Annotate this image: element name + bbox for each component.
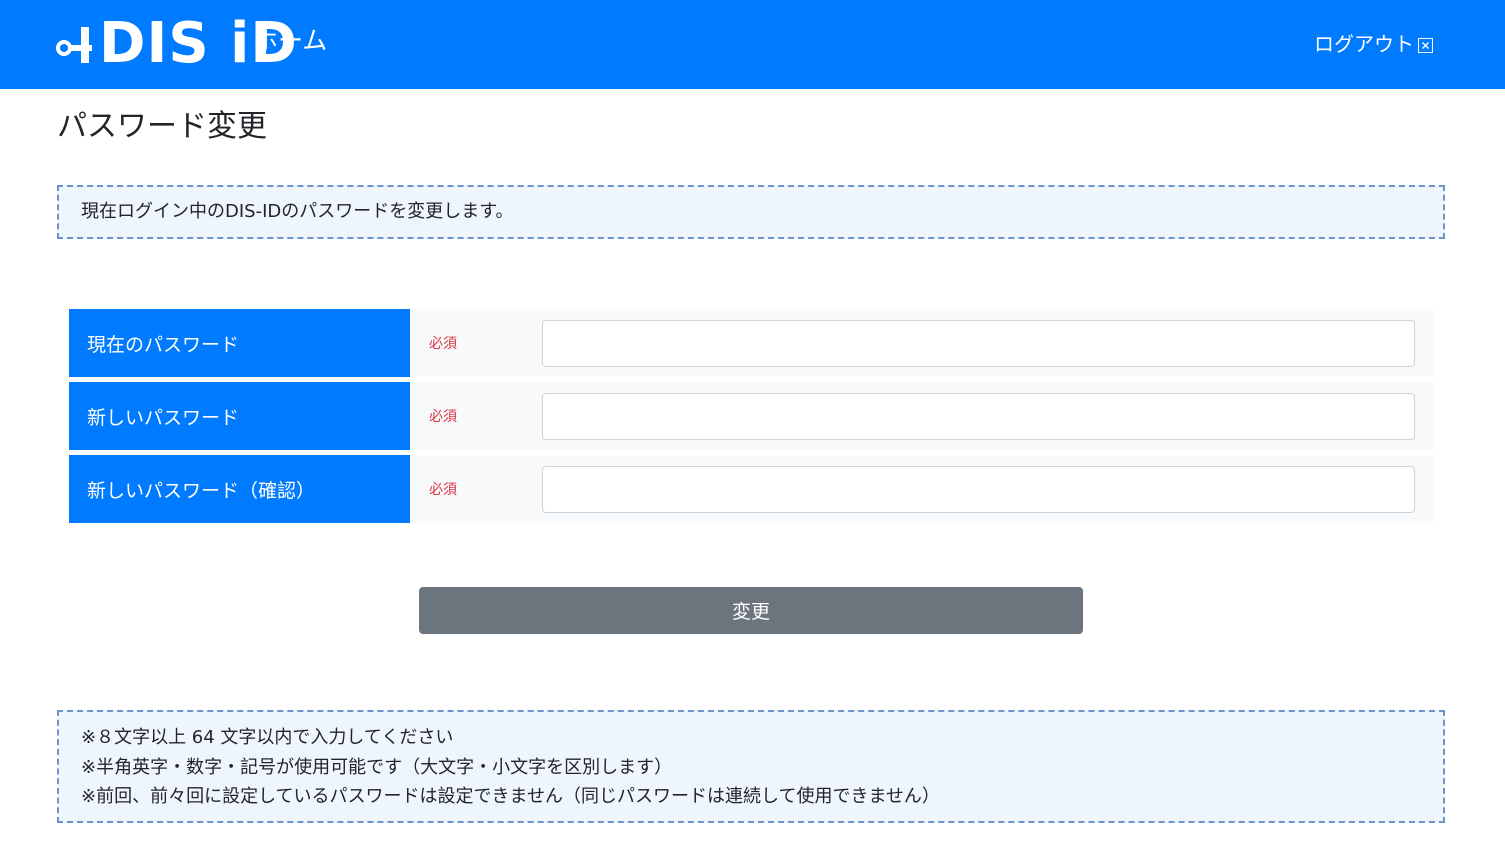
input-cell <box>542 382 1434 450</box>
close-square-icon <box>1418 37 1433 53</box>
notes-box: ※８文字以上 64 文字以内で入力してください ※半角英字・数字・記号が使用可能… <box>57 710 1445 823</box>
new-password-input[interactable] <box>542 392 1415 440</box>
note-line: ※半角英字・数字・記号が使用可能です（大文字・小文字を区別します） <box>81 756 673 778</box>
field-label-confirm-password: 新しいパスワード（確認） <box>69 455 410 523</box>
nav-home-link[interactable]: ホーム <box>253 24 327 58</box>
field-label-current-password: 現在のパスワード <box>69 309 410 377</box>
required-badge: 必須 <box>429 482 457 498</box>
confirm-password-input[interactable] <box>542 465 1415 513</box>
note-line: ※８文字以上 64 文字以内で入力してください <box>81 727 454 748</box>
password-form: 現在のパスワード 必須 新しいパスワード 必須 新しいパスワード（確認） 必須 <box>69 309 1434 528</box>
input-cell <box>542 455 1434 523</box>
required-badge: 必須 <box>429 336 457 352</box>
input-cell <box>542 309 1434 377</box>
page-title: パスワード変更 <box>57 109 267 144</box>
current-password-input[interactable] <box>542 319 1415 367</box>
change-password-button[interactable]: 変更 <box>419 587 1083 634</box>
note-line: ※前回、前々回に設定しているパスワードは設定できません（同じパスワードは連続して… <box>81 786 940 807</box>
description-text: 現在ログイン中のDIS-IDのパスワードを変更します。 <box>81 201 514 222</box>
form-row-confirm-password: 新しいパスワード（確認） 必須 <box>69 455 1434 523</box>
logout-link[interactable]: ログアウト <box>1314 30 1433 58</box>
description-box: 現在ログイン中のDIS-IDのパスワードを変更します。 <box>57 185 1445 239</box>
key-icon <box>56 27 92 63</box>
required-badge: 必須 <box>429 409 457 425</box>
logout-label: ログアウト <box>1314 32 1414 56</box>
form-row-current-password: 現在のパスワード 必須 <box>69 309 1434 377</box>
top-navbar: DIS iD ホーム ログアウト <box>0 0 1505 89</box>
field-label-new-password: 新しいパスワード <box>69 382 410 450</box>
form-row-new-password: 新しいパスワード 必須 <box>69 382 1434 450</box>
